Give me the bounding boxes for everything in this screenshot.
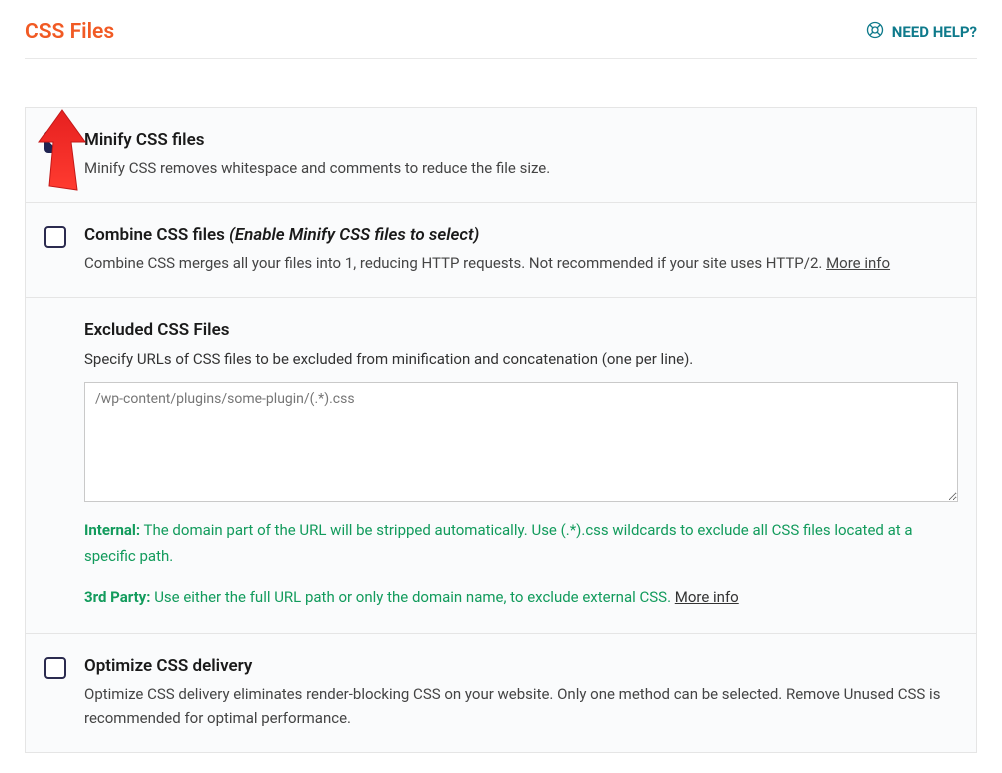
excluded-css-textarea[interactable] [84,382,958,502]
optimize-checkbox[interactable] [44,657,66,679]
excluded-desc: Specify URLs of CSS files to be excluded… [84,350,958,368]
minify-content: Minify CSS files Minify CSS removes whit… [84,130,958,180]
note-internal-label: Internal: [84,521,140,539]
combine-title-italic: (Enable Minify CSS files to select) [229,225,479,245]
page-title: CSS Files [25,20,114,44]
note-thirdparty-text: Use either the full URL path or only the… [150,588,674,606]
excluded-title: Excluded CSS Files [84,320,958,340]
need-help-link[interactable]: NEED HELP? [866,21,977,43]
need-help-label: NEED HELP? [892,23,977,41]
minify-title: Minify CSS files [84,130,958,150]
combine-content: Combine CSS files (Enable Minify CSS fil… [84,225,958,275]
combine-title: Combine CSS files (Enable Minify CSS fil… [84,225,958,245]
optimize-title: Optimize CSS delivery [84,656,958,676]
combine-desc-text: Combine CSS merges all your files into 1… [84,254,826,272]
lifebuoy-icon [866,21,884,43]
minify-desc: Minify CSS removes whitespace and commen… [84,156,958,180]
option-optimize-css: Optimize CSS delivery Optimize CSS deliv… [26,634,976,752]
option-combine-css: Combine CSS files (Enable Minify CSS fil… [26,203,976,298]
note-thirdparty-label: 3rd Party: [84,588,150,606]
optimize-desc: Optimize CSS delivery eliminates render-… [84,682,958,730]
minify-checkbox[interactable] [44,131,66,153]
combine-more-info-link[interactable]: More info [826,254,890,272]
note-internal-text: The domain part of the URL will be strip… [84,521,913,565]
page-header: CSS Files NEED HELP? [25,20,977,59]
excluded-css-section: Excluded CSS Files Specify URLs of CSS f… [26,298,976,634]
combine-checkbox[interactable] [44,226,66,248]
combine-title-text: Combine CSS files [84,225,229,245]
option-minify-css: Minify CSS files Minify CSS removes whit… [26,108,976,203]
combine-desc: Combine CSS merges all your files into 1… [84,251,958,275]
excluded-note-thirdparty: 3rd Party: Use either the full URL path … [84,585,958,611]
excluded-note-internal: Internal: The domain part of the URL wil… [84,518,958,569]
settings-panel: Minify CSS files Minify CSS removes whit… [25,107,977,753]
optimize-content: Optimize CSS delivery Optimize CSS deliv… [84,656,958,730]
thirdparty-more-info-link[interactable]: More info [675,588,739,606]
